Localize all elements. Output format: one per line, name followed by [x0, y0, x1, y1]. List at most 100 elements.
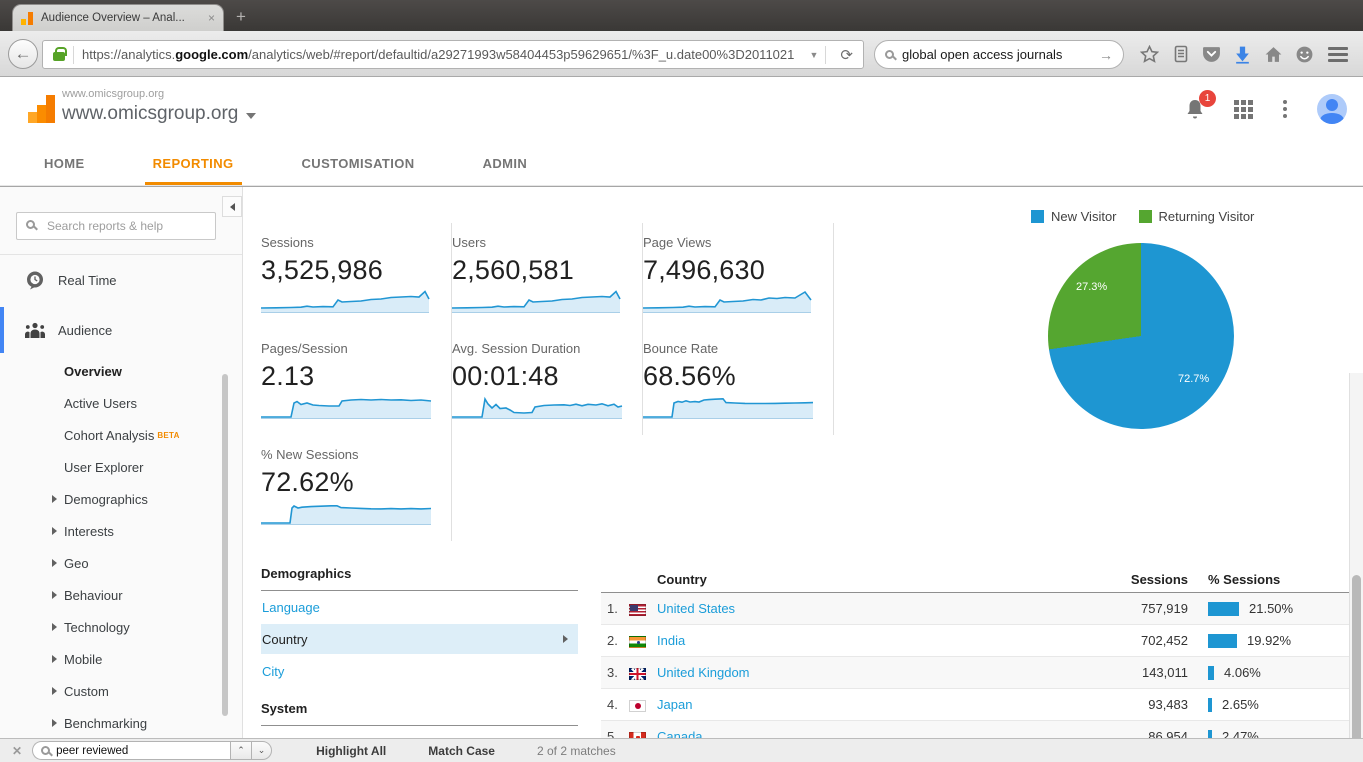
metric-users: Users 2,560,581	[452, 223, 643, 329]
sidebar-item-technology[interactable]: Technology	[0, 611, 242, 643]
us-flag-icon	[629, 604, 646, 616]
main-report: Sessions 3,525,986 Users 2,560,581 Page …	[244, 187, 1349, 738]
uk-flag-icon	[629, 668, 646, 680]
highlight-all-button[interactable]: Highlight All	[316, 744, 386, 758]
expand-arrow-icon	[52, 719, 57, 727]
sparkline-pages-session	[261, 395, 433, 420]
scrollbar-thumb[interactable]	[1352, 575, 1361, 762]
sidebar-collapse-button[interactable]	[222, 196, 242, 217]
back-button[interactable]: ←	[8, 39, 38, 69]
page-scrollbar[interactable]	[1349, 373, 1363, 762]
sidebar-item-audience[interactable]: Audience	[0, 305, 242, 355]
sidebar-item-active-users[interactable]: Active Users	[0, 387, 242, 419]
metric-new-sessions: % New Sessions 72.62%	[261, 435, 452, 541]
sidebar-item-interests[interactable]: Interests	[0, 515, 242, 547]
find-search-icon	[41, 746, 50, 755]
tab-reporting[interactable]: REPORTING	[145, 141, 242, 185]
sidebar-item-cohort-analysis[interactable]: Cohort AnalysisBETA	[0, 419, 242, 451]
find-input[interactable]	[56, 745, 224, 757]
expand-arrow-icon	[52, 495, 57, 503]
pct-bar	[1208, 730, 1212, 739]
find-next-button[interactable]: ⌄	[251, 741, 272, 760]
sidebar: Real Time Audience Overview Active Users…	[0, 187, 243, 738]
demographics-panel: Demographics Language Country City Syste…	[261, 566, 578, 738]
country-link[interactable]: United States	[657, 601, 1068, 616]
sidebar-item-behaviour[interactable]: Behaviour	[0, 579, 242, 611]
url-text: https://analytics.google.com/analytics/w…	[82, 47, 803, 62]
feedback-smiley-icon[interactable]	[1289, 42, 1320, 66]
sidebar-item-user-explorer[interactable]: User Explorer	[0, 451, 242, 483]
tab-home[interactable]: HOME	[36, 141, 93, 185]
find-previous-button[interactable]: ⌃	[230, 741, 251, 760]
search-go-icon[interactable]: →	[1099, 47, 1113, 63]
browser-tab[interactable]: Audience Overview – Anal... ×	[12, 4, 224, 31]
sidebar-item-custom[interactable]: Custom	[0, 675, 242, 707]
account-selector[interactable]: www.omicsgroup.org www.omicsgroup.org	[62, 88, 256, 125]
legend-new-visitor: New Visitor	[1031, 209, 1117, 224]
new-tab-button[interactable]: +	[236, 8, 246, 25]
apps-grid-icon[interactable]	[1234, 100, 1253, 119]
demographics-country-selected[interactable]: Country	[261, 624, 578, 654]
table-row: 4. Japan 93,483 2.65%	[601, 689, 1349, 721]
sparkline-sessions	[261, 289, 433, 314]
country-link[interactable]: Japan	[657, 697, 1068, 712]
pocket-icon[interactable]	[1196, 42, 1227, 66]
country-table-header: Country Sessions % Sessions	[601, 566, 1349, 593]
country-link[interactable]: Canada	[657, 729, 1068, 738]
more-options-icon[interactable]	[1279, 100, 1291, 118]
bookmark-star-icon[interactable]	[1134, 42, 1165, 66]
analytics-nav: HOME REPORTING CUSTOMISATION ADMIN	[0, 141, 1363, 186]
country-table: Country Sessions % Sessions 1. United St…	[601, 566, 1349, 738]
browser-search-field[interactable]: →	[874, 40, 1124, 69]
sidebar-search-input[interactable]	[16, 212, 216, 240]
menu-icon[interactable]	[1328, 47, 1348, 62]
sparkline-session-duration	[452, 395, 624, 420]
urlbar-dropdown-icon[interactable]: ▼	[810, 50, 819, 60]
tab-customisation[interactable]: CUSTOMISATION	[294, 141, 423, 185]
notifications-button[interactable]: 1	[1184, 97, 1208, 121]
sidebar-item-geo[interactable]: Geo	[0, 547, 242, 579]
browser-tab-strip: Audience Overview – Anal... × +	[0, 0, 1363, 31]
table-row: 5. Canada 86,954 2.47%	[601, 721, 1349, 738]
tab-title: Audience Overview – Anal...	[41, 12, 202, 24]
sidebar-item-overview[interactable]: Overview	[0, 355, 242, 387]
sidebar-item-demographics[interactable]: Demographics	[0, 483, 242, 515]
tab-admin[interactable]: ADMIN	[475, 141, 536, 185]
match-case-button[interactable]: Match Case	[428, 744, 495, 758]
avatar[interactable]	[1317, 94, 1347, 124]
tab-close-icon[interactable]: ×	[208, 11, 215, 25]
home-icon[interactable]	[1258, 42, 1289, 66]
firefox-window: Audience Overview – Anal... × + ← https:…	[0, 0, 1363, 762]
sparkline-bounce-rate	[643, 395, 815, 420]
system-browser-link[interactable]: Browser	[261, 726, 578, 738]
visitor-pie-section: New Visitor Returning Visitor 72.7% 27.3…	[1014, 187, 1349, 527]
country-arrow-icon	[563, 635, 568, 643]
find-field[interactable]	[32, 741, 230, 760]
sparkline-pageviews	[643, 289, 815, 314]
search-icon	[885, 50, 894, 59]
account-caret-icon[interactable]	[246, 113, 256, 119]
expand-arrow-icon	[52, 591, 57, 599]
audience-icon	[24, 321, 46, 339]
country-link[interactable]: United Kingdom	[657, 665, 1068, 680]
download-icon[interactable]	[1227, 42, 1258, 66]
demographics-city-link[interactable]: City	[261, 655, 578, 687]
metric-bounce-rate: Bounce Rate 68.56%	[643, 329, 834, 435]
metric-pages-session: Pages/Session 2.13	[261, 329, 452, 435]
url-bar[interactable]: https://analytics.google.com/analytics/w…	[42, 40, 864, 69]
sidebar-scrollbar[interactable]	[222, 374, 228, 716]
table-row: 3. United Kingdom 143,011 4.06%	[601, 657, 1349, 689]
pct-bar	[1208, 634, 1237, 648]
legend-swatch-returning	[1139, 210, 1152, 223]
findbar-close-icon[interactable]: ✕	[12, 744, 22, 758]
sidebar-item-mobile[interactable]: Mobile	[0, 643, 242, 675]
country-link[interactable]: India	[657, 633, 1068, 648]
reload-icon[interactable]: ⟳	[840, 46, 853, 64]
pie-legend: New Visitor Returning Visitor	[1031, 209, 1254, 224]
reading-list-icon[interactable]	[1165, 42, 1196, 66]
demographics-language-link[interactable]: Language	[261, 591, 578, 623]
search-input[interactable]	[902, 47, 1099, 62]
sidebar-item-benchmarking[interactable]: Benchmarking	[0, 707, 242, 739]
pie-chart[interactable]: 72.7% 27.3%	[1048, 243, 1234, 429]
sidebar-item-real-time[interactable]: Real Time	[0, 255, 242, 305]
